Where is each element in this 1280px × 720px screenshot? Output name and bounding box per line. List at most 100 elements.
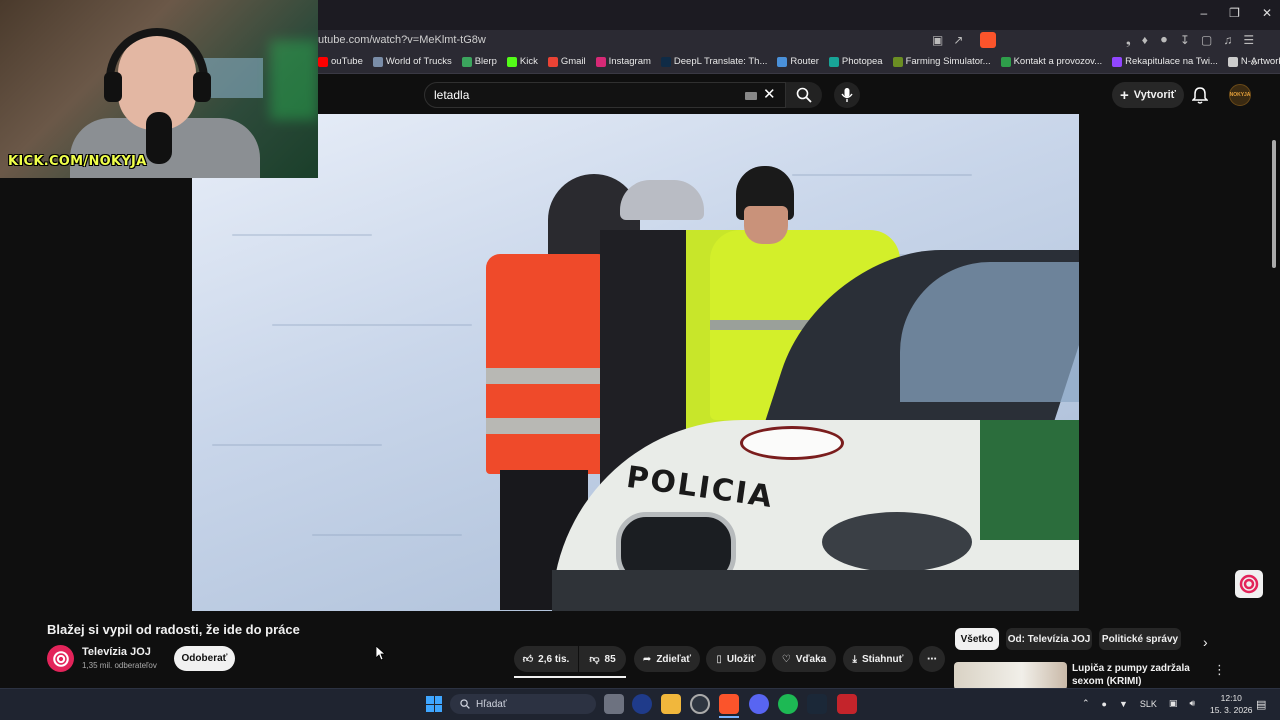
dislike-button[interactable]: 👎︎ 85 [579,646,626,672]
download-button[interactable]: ⤓ Stiahnuť [843,646,913,672]
chip-politics[interactable]: Politické správy [1099,628,1181,650]
bookmark-favicon-icon [372,56,383,67]
network-icon[interactable]: ▣ [1169,698,1178,709]
bookmark-item[interactable]: ouTube [318,56,363,67]
webcam-green-light [270,40,318,120]
mic-tray-icon[interactable]: ▼ [1119,699,1128,709]
clear-search-icon[interactable]: ✕ [763,85,776,103]
language-indicator[interactable]: SLK [1140,699,1157,709]
obs-icon[interactable] [690,694,710,714]
bookmark-item[interactable]: World of Trucks [372,56,452,67]
channel-avatar[interactable] [47,645,74,672]
recommended-thumbnail[interactable] [954,662,1067,690]
thanks-button[interactable]: ♡ Vďaka [772,646,836,672]
tray-overflow-icon[interactable]: ⌃ [1082,698,1090,709]
ellipsis-icon: ⋯ [927,653,937,665]
taskbar-clock[interactable]: 12:10 15. 3. 2026 [1210,692,1253,716]
notification-icon[interactable]: ▤ [1256,698,1266,711]
voicemeeter-icon[interactable] [837,694,857,714]
bookmark-favicon-icon [777,56,788,67]
bookmark-item[interactable]: Gmail [547,56,586,67]
create-button[interactable]: + Vytvoriť [1112,82,1184,108]
more-bookmarks-icon[interactable]: » [1251,55,1258,69]
search-query: letadla [434,88,470,102]
share-arrow-icon: ➦ [642,653,652,665]
subscribe-button[interactable]: Odoberať [174,646,235,671]
brave-shield-icon[interactable] [980,32,996,48]
bookmark-item[interactable]: Photopea [828,56,883,67]
voice-search-button[interactable] [834,82,860,108]
video-title: Blažej si vypil od radosti, že ide do pr… [47,622,300,637]
save-label: Uložiť [726,653,756,665]
recommended-title[interactable]: Lupiča z pumpy zadržala sexom (KRIMI) [1072,662,1212,688]
like-count: 2,6 tis. [538,653,570,665]
menu-icon[interactable]: ☰ [1243,33,1254,48]
extensions-icon[interactable]: ♦ [1142,33,1148,48]
orange-vest [486,254,612,474]
task-view-icon[interactable] [604,694,624,714]
bookmark-item[interactable]: Router [777,56,819,67]
bookmark-icon: ▯ [716,653,722,665]
active-app-indicator [719,716,739,718]
bookmark-item[interactable]: Farming Simulator... [892,56,991,67]
bookmark-item[interactable]: Rekapitulace na Twi... [1112,56,1218,67]
chip-channel[interactable]: Od: Televízia JOJ [1006,628,1092,650]
streamer-microphone [146,112,172,164]
scrollbar-thumb[interactable] [1272,140,1276,268]
download-arrow-icon: ⤓ [852,653,857,665]
notifications-button[interactable] [1191,86,1209,109]
vpn-icon[interactable]: ⚫ [1159,33,1169,48]
share-icon[interactable]: ↗ [953,33,963,47]
headphone-cup [193,72,211,102]
music-icon[interactable]: ♫ [1223,33,1232,48]
microphone-icon [841,88,853,102]
chip-all[interactable]: Všetko [955,628,999,650]
share-label: Zdieľať [656,653,692,665]
tray-app-icon[interactable]: ● [1102,699,1107,709]
car-green-panel [980,420,1079,540]
brave-browser-icon[interactable] [719,694,739,714]
leo-icon[interactable]: ❟ [1126,33,1131,48]
kick-overlay-text: KICK.COM/NOKYJA [8,154,147,169]
search-button[interactable] [786,82,822,108]
maximize-icon[interactable]: ❐ [1229,6,1240,20]
keyboard-icon[interactable] [745,92,757,100]
clock-time: 12:10 [1220,693,1242,703]
headphone-cup [104,72,122,102]
taskbar-search[interactable]: Hľadať [450,694,596,714]
trash-icon[interactable]: ▢ [1201,33,1212,48]
save-button[interactable]: ▯ Uložiť [706,646,766,672]
app-icon[interactable] [632,694,652,714]
bookmark-item[interactable]: Blerp [461,56,497,67]
minimize-icon[interactable]: – [1200,6,1207,20]
url-field[interactable]: utube.com/watch?v=MeKlmt-tG8w [318,34,486,46]
download-label: Stiahnuť [861,653,904,665]
chevron-right-icon[interactable]: › [1203,634,1208,650]
bookmark-item[interactable]: Kontakt a provozov... [1000,56,1102,67]
cast-icon[interactable]: ▣ [932,33,943,47]
bookmark-label: Farming Simulator... [905,56,991,67]
steam-icon[interactable] [807,694,827,714]
bookmark-item[interactable]: Instagram [595,56,651,67]
bookmark-item[interactable]: Kick [506,56,538,67]
account-avatar[interactable]: NOKYJA [1229,84,1251,106]
file-explorer-icon[interactable] [661,694,681,714]
joj-logo-icon [1235,570,1263,598]
more-actions-button[interactable]: ⋯ [919,646,945,672]
search-input[interactable] [424,82,786,108]
volume-icon[interactable]: 🔊︎ [1189,698,1195,709]
system-tray: ⌃ ● ▼ SLK ▣ 🔊︎ [1082,698,1195,709]
bookmark-label: Gmail [560,56,586,67]
spotify-icon[interactable] [778,694,798,714]
bookmark-label: DeepL Translate: Th... [673,56,768,67]
channel-name[interactable]: Televízia JOJ [82,646,151,658]
vertical-dots-icon[interactable]: ⋮ [1213,662,1226,678]
bookmark-favicon-icon [1000,56,1011,67]
share-button[interactable]: ➦ Zdieľať [634,646,700,672]
discord-icon[interactable] [749,694,769,714]
windows-start-icon[interactable] [426,696,442,712]
bookmark-item[interactable]: DeepL Translate: Th... [660,56,768,67]
like-button[interactable]: 👍︎ 2,6 tis. [514,646,578,672]
download-icon[interactable]: ↧ [1180,33,1190,48]
close-icon[interactable]: ✕ [1262,6,1272,20]
